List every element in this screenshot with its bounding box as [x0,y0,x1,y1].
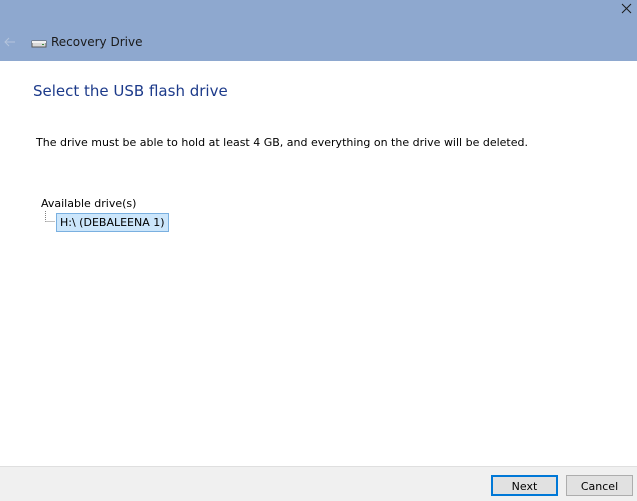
description-text: The drive must be able to hold at least … [36,136,528,149]
available-drives-label: Available drive(s) [41,197,137,210]
drive-icon [31,40,47,48]
back-arrow-icon [4,37,15,47]
window-title: Recovery Drive [51,35,143,49]
tree-connector-line [45,211,55,222]
page-heading: Select the USB flash drive [33,82,228,100]
recovery-drive-window: Recovery Drive Select the USB flash driv… [0,0,637,501]
next-button[interactable]: Next [491,475,558,496]
drive-list-item[interactable]: H:\ (DEBALEENA 1) [56,213,169,232]
title-bar: Recovery Drive [0,0,637,61]
cancel-button[interactable]: Cancel [566,475,633,496]
back-button[interactable] [2,34,18,50]
close-button[interactable] [615,0,637,20]
close-icon [621,3,632,14]
